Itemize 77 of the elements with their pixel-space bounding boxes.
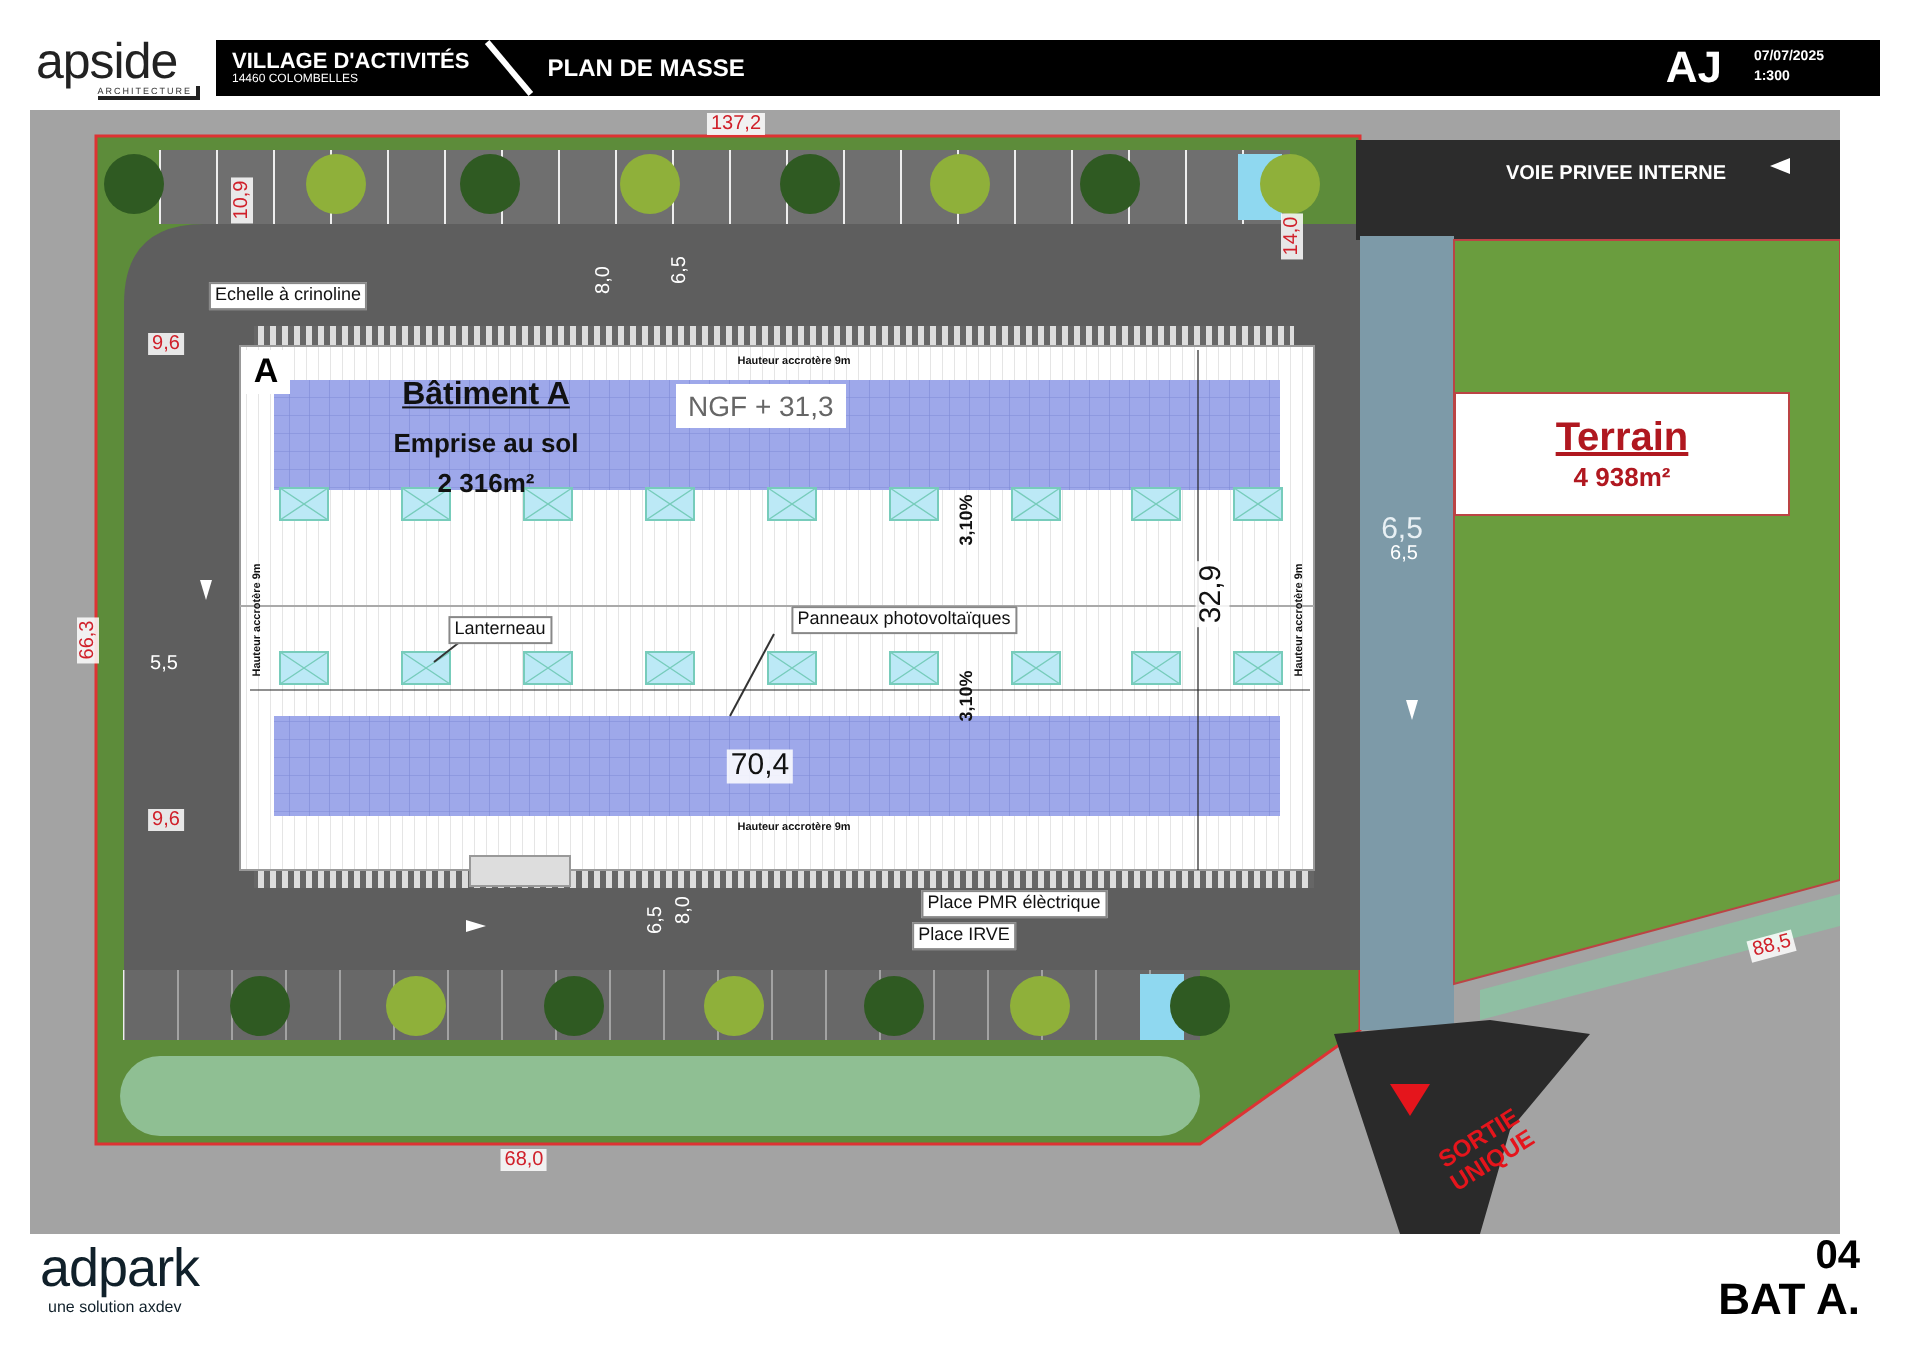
project-name: VILLAGE D'ACTIVITÉS	[232, 49, 470, 73]
tree	[104, 154, 164, 214]
footprint-label: Emprise au sol	[393, 429, 579, 459]
callout-label: Panneaux photovoltaïques	[791, 606, 1017, 634]
dimension-label: 66,3	[77, 616, 99, 664]
skylight	[401, 651, 451, 685]
terrain-title: Terrain	[1555, 416, 1689, 462]
dimension-label: 5,5	[150, 653, 178, 675]
tree	[1080, 154, 1140, 214]
callout-label: Lanterneau	[448, 616, 552, 644]
leader-line	[729, 633, 775, 717]
tree	[780, 154, 840, 214]
dimension-label: 6,5	[669, 256, 691, 284]
tree	[460, 154, 520, 214]
tree	[1010, 976, 1070, 1036]
direction-arrow-icon	[466, 920, 486, 932]
tree	[1260, 154, 1320, 214]
dimension-label: 137,2	[706, 113, 766, 135]
tree	[620, 154, 680, 214]
building-marker: A	[242, 350, 290, 394]
tree	[704, 976, 764, 1036]
dimension-label: 6,5	[1381, 513, 1423, 546]
tree	[306, 154, 366, 214]
skylight	[1233, 651, 1283, 685]
skylight	[889, 487, 939, 521]
callout-label: Place IRVE	[912, 922, 1016, 950]
skylight	[1131, 651, 1181, 685]
skylight	[279, 487, 329, 521]
dimension-label: 8,0	[593, 266, 615, 294]
skylight	[1131, 487, 1181, 521]
dimension-label: 6,5	[645, 906, 667, 934]
callout-label: Echelle à crinoline	[208, 282, 368, 310]
dimension-label: 9,6	[148, 333, 184, 355]
road-label: VOIE PRIVEE INTERNE	[1505, 163, 1727, 185]
tree	[544, 976, 604, 1036]
skylight	[767, 487, 817, 521]
elevation-label: NGF + 31,3	[676, 384, 846, 428]
skylight	[767, 651, 817, 685]
dimension-label: 8,0	[673, 896, 695, 924]
callout-label: Place PMR élèctrique	[921, 890, 1107, 918]
skylight	[645, 487, 695, 521]
terrain-area: 4 938m²	[1573, 462, 1671, 492]
author-initials: AJ	[1665, 42, 1722, 94]
dimension-label: 10,9	[231, 176, 253, 224]
brand-tagline: une solution axdev	[48, 1298, 184, 1316]
sheet-label: BAT A.	[1718, 1274, 1860, 1326]
tree	[386, 976, 446, 1036]
skylight	[1011, 487, 1061, 521]
skylight	[1233, 487, 1283, 521]
tree	[1170, 976, 1230, 1036]
dimension-label: 9,6	[148, 809, 184, 831]
roof-slope-label: 3,10%	[958, 670, 978, 722]
tree	[230, 976, 290, 1036]
truck-drawing	[469, 855, 571, 887]
dimension-label: 14,0	[1281, 212, 1303, 260]
skylight	[645, 651, 695, 685]
building-name: Bâtiment A	[402, 378, 570, 414]
skylight	[279, 651, 329, 685]
sheet-title: PLAN DE MASSE	[547, 54, 745, 82]
building-width-label: 70,4	[726, 749, 794, 783]
roof-slope-label: 3,10%	[958, 494, 978, 546]
tree	[930, 154, 990, 214]
footprint-area: 2 316m²	[437, 469, 535, 499]
direction-arrow-icon	[1406, 700, 1418, 720]
direction-arrow-icon	[200, 580, 212, 600]
dimension-label: 6,5	[1390, 543, 1418, 565]
tree	[864, 976, 924, 1036]
dimension-label: 68,0	[500, 1149, 548, 1171]
skylight	[889, 651, 939, 685]
sheet-number: 04	[1815, 1238, 1860, 1274]
exit-arrow-icon	[1390, 1084, 1430, 1116]
logo: apside	[36, 37, 178, 85]
skylight	[1011, 651, 1061, 685]
building-depth-label: 32,9	[1195, 560, 1229, 628]
skylight	[523, 651, 573, 685]
direction-arrow-icon	[1770, 158, 1790, 174]
brand-logo: adpark	[40, 1238, 200, 1298]
